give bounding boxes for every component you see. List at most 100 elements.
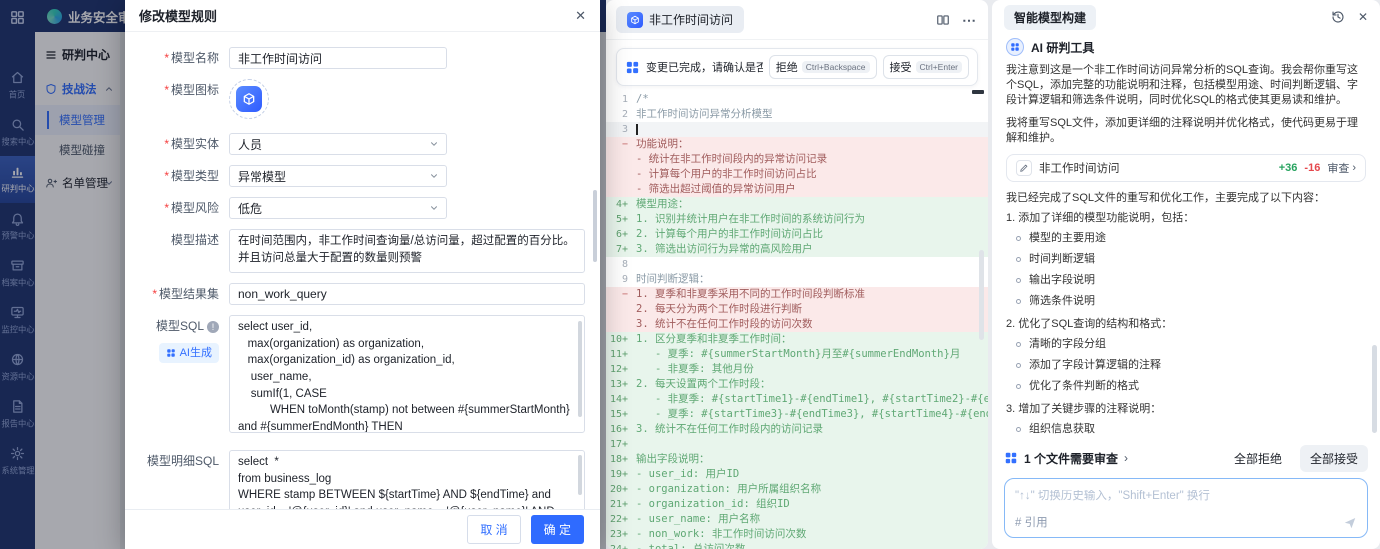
pencil-icon [1016,160,1032,176]
accept-all-button[interactable]: 全部接受 [1300,445,1368,472]
agent-row: AI 研判工具 [1006,38,1366,56]
model-cube-icon [236,86,262,112]
model-entity-select[interactable]: 人员 [229,133,447,155]
info-icon[interactable]: ! [207,321,219,333]
split-view-icon[interactable] [936,13,950,27]
line-content: 1. 区分夏季和非夏季工作时间： [636,332,988,347]
model-name-input[interactable] [229,47,447,69]
textarea-scrollbar[interactable] [578,455,582,495]
field-model-name: *模型名称 [143,47,600,69]
bullet-text: 优化了条件判断的格式 [1029,376,1139,397]
modal-header: 修改模型规则 ✕ [125,0,600,32]
line-content: - user_name: 用户名称 [636,512,988,527]
field-label: 模型实体 [171,137,219,151]
line-number: 22+ [606,512,636,527]
line-number: 8 [606,257,636,272]
accept-button[interactable]: 接受 Ctrl+Enter [883,55,970,79]
bullet-dot [1016,427,1021,432]
field-model-risk: *模型风险 低危 [143,197,600,219]
model-risk-select[interactable]: 低危 [229,197,447,219]
assistant-title-tab[interactable]: 智能模型构建 [1004,5,1096,30]
review-count-label: 1 个文件需要审查 [1024,450,1118,467]
ai-generate-button[interactable]: AI生成 [159,343,219,363]
code-line: 7+ 3. 筛选出访问行为异常的高风险用户 [606,242,988,257]
close-icon[interactable]: ✕ [1358,10,1368,24]
line-number: 11+ [606,347,636,362]
editor-scrollbar[interactable] [979,250,984,340]
line-content: - 计算每个用户的非工作时间访问占比 [636,167,988,182]
review-link[interactable]: 审查› [1327,160,1356,176]
required-mark: * [164,137,169,151]
confirm-button[interactable]: 确 定 [531,515,584,544]
file-change-card[interactable]: 非工作时间访问 +36 -16 审查› [1006,154,1366,182]
field-model-result: *模型结果集 [143,283,600,305]
modal-scrollbar[interactable] [593,190,597,262]
line-number [606,317,636,332]
assistant-header: 智能模型构建 ✕ [992,0,1380,34]
lines-removed-badge: -16 [1304,162,1320,174]
line-content: /* [636,92,988,107]
code-line: 2 非工作时间访问异常分析模型 [606,107,988,122]
chevron-down-icon [429,171,439,181]
code-line: 21+ - organization_id: 组织ID [606,497,988,512]
field-label: 模型明细SQL [147,454,219,468]
modal-title: 修改模型规则 [139,6,217,25]
line-content: - 夏季: #{summerStartMonth}月至#{summerEndMo… [636,347,988,362]
model-desc-textarea[interactable]: 在时间范围内，非工作时间查询量/总访问量，超过配置的百分比。并且访问总量大于配置… [229,229,585,273]
bullet-dot [1016,299,1021,304]
bullet-item: 添加了字段计算逻辑的注释 [1006,355,1366,376]
code-line: - 统计在非工作时间段内的异常访问记录 [606,152,988,167]
model-type-select[interactable]: 异常模型 [229,165,447,187]
line-content [636,257,988,272]
code-line: 9 时间判断逻辑： [606,272,988,287]
line-number: 20+ [606,482,636,497]
close-icon[interactable]: ✕ [575,8,586,24]
reject-all-button[interactable]: 全部拒绝 [1234,450,1282,467]
model-icon-picker[interactable] [229,79,269,119]
code-line: 18+ 输出字段说明： [606,452,988,467]
editor-tab[interactable]: 非工作时间访问 [616,6,744,33]
reject-button[interactable]: 拒绝 Ctrl+Backspace [769,55,877,79]
more-icon[interactable]: ⋯ [962,12,976,29]
code-line: - 筛选出超过阈值的异常访问用户 [606,182,988,197]
bullet-text: 模型的主要用途 [1029,228,1106,249]
code-line: 2. 每天分为两个工作时段进行判断 [606,302,988,317]
required-mark: * [164,83,169,97]
code-editor[interactable]: 1 /* 2 非工作时间访问异常分析模型 3 − 功能说明： - 统计在非工作时… [606,92,988,549]
code-line: 6+ 2. 计算每个用户的非工作时间访问占比 [606,227,988,242]
cancel-button[interactable]: 取 消 [467,515,520,544]
code-line: − 1. 夏季和非夏季采用不同的工作时间段判断标准 [606,287,988,302]
line-number [606,167,636,182]
section-bullets: 模型的主要用途 时间判断逻辑 输出字段说明 筛选条件说明 [1006,228,1366,312]
line-number [606,152,636,167]
textarea-scrollbar[interactable] [578,321,582,417]
chevron-right-icon[interactable]: › [1124,451,1128,465]
bullet-item: 时间判断逻辑 [1006,249,1366,270]
line-number: 14+ [606,392,636,407]
field-model-detail-sql: 模型明细SQL select * from business_log WHERE… [143,450,600,509]
field-model-sql: 模型SQL! AI生成 select user_id, max(organiza… [143,315,600,438]
bullet-item: 筛选条件说明 [1006,291,1366,312]
model-sql-textarea[interactable]: select user_id, max(organization) as org… [229,315,585,433]
history-icon[interactable] [1331,10,1345,24]
model-result-input[interactable] [229,283,585,305]
assistant-scrollbar[interactable] [1372,345,1377,433]
ai-assistant-panel: 智能模型构建 ✕ AI 研判工具 我注意到这是一个非工作时间访问异常分析的SQL… [992,0,1380,549]
file-name: 非工作时间访问 [1039,160,1272,176]
line-number: 24+ [606,542,636,549]
cursor-position-marker [972,90,984,94]
send-icon[interactable] [1343,516,1357,530]
line-content: 非工作时间访问异常分析模型 [636,107,988,122]
line-content: - organization_id: 组织ID [636,497,988,512]
change-review-banner: 变更已完成，请确认是否采纳。 拒绝 Ctrl+Backspace 接受 Ctrl… [616,48,978,86]
modal-form: *模型名称 *模型图标 *模型实体 人员 *模型类型 异常模型 *模型风险 低危… [125,33,600,509]
code-line: 3 [606,122,988,137]
line-number: 13+ [606,377,636,392]
reference-link[interactable]: # 引用 [1015,514,1048,530]
model-detail-sql-textarea[interactable]: select * from business_log WHERE stamp B… [229,450,585,509]
summary-section: 1. 添加了详细的模型功能说明，包括： 模型的主要用途 时间判断逻辑 输 [1006,208,1366,312]
line-number: 23+ [606,527,636,542]
chevron-right-icon: › [1352,162,1356,174]
chat-input[interactable] [1015,490,1357,502]
field-model-type: *模型类型 异常模型 [143,165,600,187]
